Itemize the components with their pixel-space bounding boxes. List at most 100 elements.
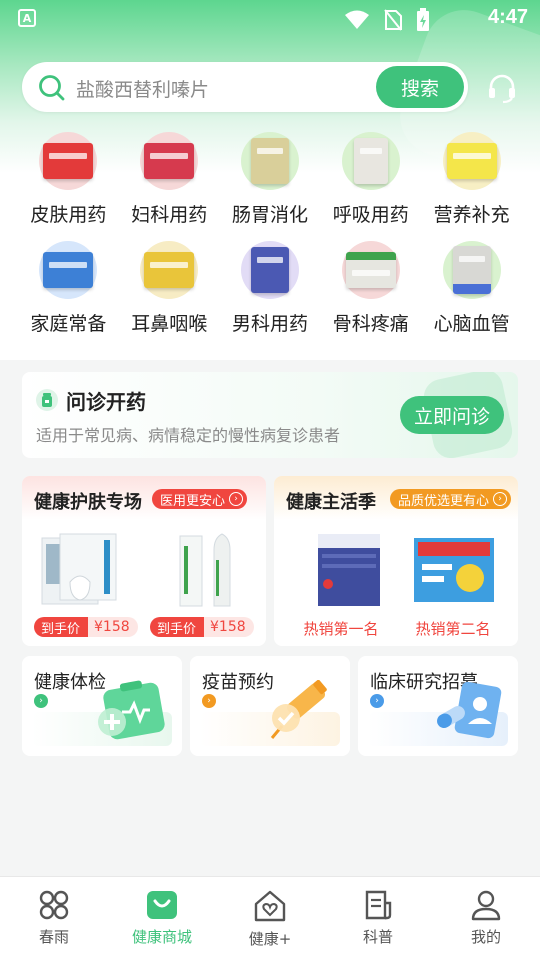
- search-row: 盐酸西替利嗪片 搜索: [22, 62, 522, 114]
- wifi-icon: [345, 10, 369, 29]
- chevron-right-icon: ›: [202, 694, 216, 708]
- category-label: 妇科用药: [131, 204, 208, 226]
- chevron-right-icon: ›: [370, 694, 384, 708]
- bottom-navigation: 春雨 健康商城 健康+ 科普 我的: [0, 876, 540, 960]
- status-bar: A 4:47: [0, 0, 540, 38]
- price-tag: 到手价 ¥158: [150, 617, 254, 637]
- category-grid: 皮肤用药 妇科用药 肠胃消化 呼吸用药 营养补充 家庭常备 耳鼻咽喉 男科用药 …: [18, 132, 522, 336]
- category-label: 男科用药: [231, 313, 308, 335]
- promo-header: 健康主活季 品质优选更有心 ›: [274, 476, 518, 520]
- no-sim-icon: [384, 9, 402, 31]
- medicine-box-icon: [240, 241, 299, 299]
- consult-title: 问诊开药: [66, 390, 146, 414]
- rank-label: 热销第二名: [415, 620, 491, 638]
- category-label: 家庭常备: [30, 313, 107, 335]
- shopping-bag-icon: [147, 891, 177, 919]
- category-label: 心脑血管: [433, 313, 510, 335]
- nav-item-health-plus[interactable]: 健康+: [216, 877, 324, 960]
- category-item[interactable]: 呼吸用药: [320, 132, 421, 227]
- headset-icon[interactable]: [486, 72, 518, 104]
- promo-tag-label: 医用更安心: [160, 493, 226, 509]
- nav-label: 我的: [470, 928, 501, 946]
- consult-subtitle: 适用于常见病、病情稳定的慢性病复诊患者: [36, 426, 341, 445]
- medicine-box-icon: [341, 132, 400, 190]
- category-item[interactable]: 耳鼻咽喉: [119, 241, 220, 336]
- category-item[interactable]: 骨科疼痛: [320, 241, 421, 336]
- product-item[interactable]: [28, 528, 128, 614]
- clock: 4:47: [487, 6, 528, 28]
- product-item[interactable]: [296, 528, 396, 614]
- search-input[interactable]: 盐酸西替利嗪片 搜索: [22, 62, 468, 112]
- product-item[interactable]: [402, 528, 502, 614]
- product-image: [41, 533, 117, 605]
- category-item[interactable]: 男科用药: [220, 241, 321, 336]
- product-item[interactable]: [156, 528, 256, 614]
- medicine-box-icon: [341, 241, 400, 299]
- nav-label: 健康+: [248, 930, 292, 948]
- nav-label: 春雨: [38, 928, 69, 946]
- medicine-box-icon: [39, 241, 98, 299]
- category-label: 营养补充: [433, 204, 510, 226]
- price-label: 到手价: [34, 617, 89, 637]
- category-label: 肠胃消化: [231, 204, 308, 226]
- search-button[interactable]: 搜索: [376, 66, 464, 108]
- service-card-health-checkup[interactable]: 健康体检 ›: [22, 656, 182, 756]
- category-label: 呼吸用药: [332, 204, 409, 226]
- service-card-clinical-recruit[interactable]: 临床研究招募 ›: [358, 656, 518, 756]
- medicine-box-icon: [140, 241, 199, 299]
- nav-item-mall[interactable]: 健康商城: [108, 877, 216, 960]
- consult-now-button[interactable]: 立即问诊: [400, 396, 504, 434]
- category-item[interactable]: 肠胃消化: [220, 132, 321, 227]
- promo-title: 健康主活季: [286, 492, 376, 513]
- category-item[interactable]: 家庭常备: [18, 241, 119, 336]
- vaccine-syringe-icon: [270, 680, 327, 739]
- grid-icon: [39, 890, 69, 920]
- promo-header: 健康护肤专场 医用更安心 ›: [22, 476, 266, 520]
- battery-icon: [417, 8, 429, 31]
- medicine-box-icon: [140, 132, 199, 190]
- promo-tag-label: 品质优选更有心: [398, 493, 490, 509]
- app-notification-icon: A: [18, 9, 36, 27]
- nav-label: 健康商城: [131, 928, 192, 946]
- nav-label: 科普: [362, 928, 393, 946]
- consult-card[interactable]: 问诊开药 适用于常见病、病情稳定的慢性病复诊患者 立即问诊: [22, 372, 518, 458]
- home-heart-icon: [254, 890, 286, 922]
- category-item[interactable]: 妇科用药: [119, 132, 220, 227]
- category-item[interactable]: 营养补充: [421, 132, 522, 227]
- product-image: [179, 533, 231, 607]
- clinical-recruit-icon: [437, 681, 502, 739]
- user-icon: [471, 890, 501, 921]
- promo-tag[interactable]: 医用更安心 ›: [152, 489, 248, 509]
- price-tag: 到手价 ¥158: [34, 617, 138, 637]
- medicine-bottle-icon: [36, 389, 58, 411]
- rank-label: 热销第一名: [303, 620, 379, 638]
- category-item[interactable]: 皮肤用药: [18, 132, 119, 227]
- category-label: 皮肤用药: [30, 204, 107, 226]
- search-placeholder: 盐酸西替利嗪片: [76, 79, 210, 101]
- price-value: ¥158: [204, 617, 254, 637]
- medicine-box-icon: [442, 241, 501, 299]
- product-image: [414, 538, 494, 602]
- category-label: 骨科疼痛: [332, 313, 409, 335]
- product-image: [318, 534, 380, 606]
- category-item[interactable]: 心脑血管: [421, 241, 522, 336]
- search-icon: [39, 75, 65, 101]
- medicine-box-icon: [240, 132, 299, 190]
- promo-tag[interactable]: 品质优选更有心 ›: [390, 489, 512, 509]
- nav-item-chunyu[interactable]: 春雨: [0, 877, 108, 960]
- promo-title: 健康护肤专场: [34, 492, 142, 513]
- price-label: 到手价: [150, 617, 205, 637]
- price-value: ¥158: [88, 617, 138, 637]
- medicine-box-icon: [39, 132, 98, 190]
- chevron-right-icon: ›: [229, 492, 244, 506]
- medicine-box-icon: [442, 132, 501, 190]
- service-card-vaccine[interactable]: 疫苗预约 ›: [190, 656, 350, 756]
- promo-card-health-season[interactable]: 健康主活季 品质优选更有心 › 热销第一名 热销第二名: [274, 476, 518, 646]
- category-label: 耳鼻咽喉: [131, 313, 208, 335]
- promo-card-skincare[interactable]: 健康护肤专场 医用更安心 › 到手价 ¥158 到手价 ¥158: [22, 476, 266, 646]
- nav-item-science[interactable]: 科普: [324, 877, 432, 960]
- chevron-right-icon: ›: [493, 492, 508, 506]
- nav-item-mine[interactable]: 我的: [432, 877, 540, 960]
- chevron-right-icon: ›: [34, 694, 48, 708]
- article-icon: [365, 890, 392, 920]
